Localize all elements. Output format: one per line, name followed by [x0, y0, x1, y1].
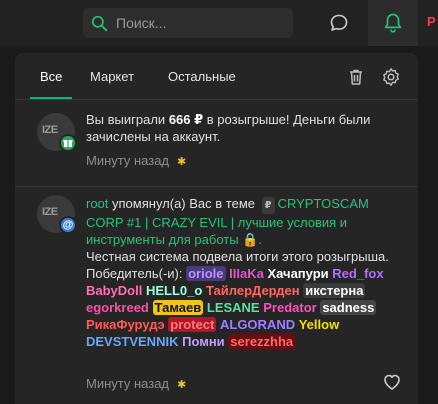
- winner-username[interactable]: икстерна: [303, 283, 366, 298]
- winner-username[interactable]: serezzhha: [228, 334, 296, 349]
- tab-market[interactable]: Маркет: [90, 69, 134, 84]
- winner-username[interactable]: DEVSTVENNIK: [86, 334, 178, 349]
- winner-username[interactable]: Хачапури: [267, 266, 328, 281]
- notification-time: Минуту назад ✱: [86, 376, 187, 391]
- winner-username[interactable]: РикаФурудэ: [86, 317, 165, 332]
- winner-username[interactable]: BabyDoll: [86, 283, 142, 298]
- notification-item[interactable]: IZE Вы выиграли 666 ₽ в розыгрыше! Деньг…: [15, 101, 418, 187]
- notification-text: root упомянул(а) Вас в теме ₽ CRYPTOSCAM …: [86, 196, 389, 349]
- gear-icon[interactable]: [381, 67, 401, 87]
- gift-badge: [59, 134, 77, 152]
- notification-item[interactable]: IZE @ root упомянул(а) Вас в теме ₽ CRYPT…: [15, 189, 418, 404]
- unread-star-icon: ✱: [177, 379, 187, 391]
- winner-username[interactable]: IIIaKa: [229, 266, 264, 281]
- winner-username[interactable]: Тамаев: [152, 300, 204, 315]
- unread-star-icon: ✱: [177, 156, 187, 168]
- winner-username[interactable]: protect: [168, 317, 217, 332]
- notifications-panel: Все Маркет Остальные IZE Вы выиграли 666…: [15, 53, 418, 404]
- gift-icon: [63, 140, 73, 147]
- search-box[interactable]: Поиск...: [83, 8, 293, 38]
- trash-icon[interactable]: [346, 67, 366, 87]
- winner-username[interactable]: sadness: [320, 300, 377, 315]
- chat-button[interactable]: [326, 10, 352, 36]
- notifications-button[interactable]: [368, 0, 418, 46]
- winner-username[interactable]: LESANE: [207, 300, 260, 315]
- at-icon: @: [62, 219, 74, 231]
- notification-time: Минуту назад ✱: [86, 153, 187, 168]
- top-bar: Поиск... Р: [0, 0, 438, 46]
- tab-other[interactable]: Остальные: [168, 69, 236, 84]
- search-icon: [91, 15, 108, 31]
- winner-username[interactable]: ТайлерДерден: [206, 283, 300, 298]
- heart-icon[interactable]: [382, 372, 402, 392]
- prize-amount: 666 ₽: [168, 112, 204, 127]
- winner-username[interactable]: HELL0_o: [146, 283, 202, 298]
- winner-username[interactable]: egorkreed: [86, 300, 149, 315]
- winner-username[interactable]: Yellow: [299, 317, 339, 332]
- winner-username[interactable]: Помни: [182, 334, 225, 349]
- mention-badge: @: [59, 216, 77, 234]
- mention-user-link[interactable]: root: [86, 196, 108, 211]
- winner-username[interactable]: Red_fox: [332, 266, 383, 281]
- thread-prefix-badge: ₽: [261, 197, 275, 214]
- winner-username[interactable]: Predator: [263, 300, 316, 315]
- winner-username[interactable]: ALGORAND: [220, 317, 295, 332]
- bell-icon: [384, 13, 402, 33]
- profile-edge-text[interactable]: Р: [427, 14, 436, 29]
- search-placeholder: Поиск...: [116, 15, 167, 31]
- winner-username[interactable]: oriole: [186, 266, 226, 281]
- chat-icon: [330, 14, 348, 31]
- active-tab-indicator: [30, 97, 72, 99]
- notification-text: Вы выиграли 666 ₽ в розыгрыше! Деньги бы…: [86, 112, 371, 144]
- notification-tabs: Все Маркет Остальные: [15, 53, 418, 100]
- tab-all[interactable]: Все: [40, 69, 62, 84]
